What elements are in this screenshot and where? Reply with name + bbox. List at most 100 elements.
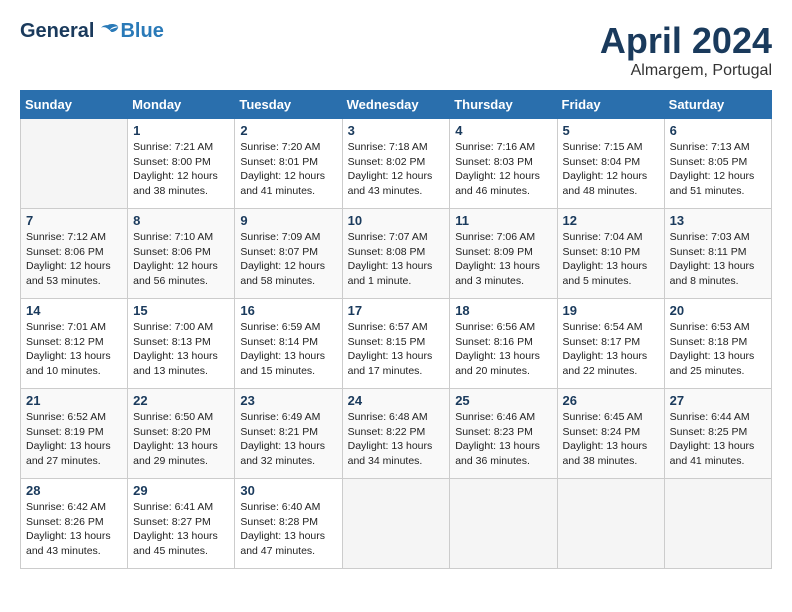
- calendar-cell: 8 Sunrise: 7:10 AMSunset: 8:06 PMDaylight…: [128, 209, 235, 299]
- calendar-cell: 10 Sunrise: 7:07 AMSunset: 8:08 PMDayligh…: [342, 209, 450, 299]
- day-number: 21: [26, 393, 122, 408]
- calendar-cell: 19 Sunrise: 6:54 AMSunset: 8:17 PMDayligh…: [557, 299, 664, 389]
- calendar-table: SundayMondayTuesdayWednesdayThursdayFrid…: [20, 90, 772, 569]
- day-info: Sunrise: 7:03 AMSunset: 8:11 PMDaylight:…: [670, 230, 766, 289]
- calendar-cell: 12 Sunrise: 7:04 AMSunset: 8:10 PMDayligh…: [557, 209, 664, 299]
- day-number: 25: [455, 393, 551, 408]
- day-number: 26: [563, 393, 659, 408]
- calendar-cell: 21 Sunrise: 6:52 AMSunset: 8:19 PMDayligh…: [21, 389, 128, 479]
- day-info: Sunrise: 7:21 AMSunset: 8:00 PMDaylight:…: [133, 140, 229, 199]
- calendar-cell: 17Sunrise: 6:57 AMSunset: 8:15 PMDayligh…: [342, 299, 450, 389]
- day-info: Sunrise: 6:45 AMSunset: 8:24 PMDaylight:…: [563, 410, 659, 469]
- header-day-tuesday: Tuesday: [235, 91, 342, 119]
- day-info: Sunrise: 6:59 AMSunset: 8:14 PMDaylight:…: [240, 320, 336, 379]
- day-number: 7: [26, 213, 122, 228]
- day-info: Sunrise: 7:15 AMSunset: 8:04 PMDaylight:…: [563, 140, 659, 199]
- calendar-cell: 18Sunrise: 6:56 AMSunset: 8:16 PMDayligh…: [450, 299, 557, 389]
- calendar-cell: 16Sunrise: 6:59 AMSunset: 8:14 PMDayligh…: [235, 299, 342, 389]
- logo-bird-icon: [96, 23, 120, 41]
- day-number: 24: [348, 393, 445, 408]
- header-day-monday: Monday: [128, 91, 235, 119]
- day-info: Sunrise: 7:10 AMSunset: 8:06 PMDaylight:…: [133, 230, 229, 289]
- calendar-cell: [21, 119, 128, 209]
- title-area: April 2024 Almargem, Portugal: [600, 20, 772, 80]
- day-info: Sunrise: 6:46 AMSunset: 8:23 PMDaylight:…: [455, 410, 551, 469]
- day-number: 8: [133, 213, 229, 228]
- day-info: Sunrise: 7:07 AMSunset: 8:08 PMDaylight:…: [348, 230, 445, 289]
- day-number: 30: [240, 483, 336, 498]
- day-info: Sunrise: 6:40 AMSunset: 8:28 PMDaylight:…: [240, 500, 336, 559]
- day-info: Sunrise: 6:50 AMSunset: 8:20 PMDaylight:…: [133, 410, 229, 469]
- day-info: Sunrise: 6:42 AMSunset: 8:26 PMDaylight:…: [26, 500, 122, 559]
- day-number: 10: [348, 213, 445, 228]
- day-number: 27: [670, 393, 766, 408]
- calendar-cell: 14 Sunrise: 7:01 AMSunset: 8:12 PMDayligh…: [21, 299, 128, 389]
- day-info: Sunrise: 7:20 AMSunset: 8:01 PMDaylight:…: [240, 140, 336, 199]
- header-day-wednesday: Wednesday: [342, 91, 450, 119]
- calendar-cell: 13 Sunrise: 7:03 AMSunset: 8:11 PMDayligh…: [664, 209, 771, 299]
- calendar-cell: 2 Sunrise: 7:20 AMSunset: 8:01 PMDaylight…: [235, 119, 342, 209]
- day-info: Sunrise: 7:18 AMSunset: 8:02 PMDaylight:…: [348, 140, 445, 199]
- calendar-cell: [664, 479, 771, 569]
- week-row-2: 7 Sunrise: 7:12 AMSunset: 8:06 PMDaylight…: [21, 209, 772, 299]
- day-number: 13: [670, 213, 766, 228]
- header-day-thursday: Thursday: [450, 91, 557, 119]
- header: General Blue April 2024 Almargem, Portug…: [20, 20, 772, 80]
- calendar-cell: [342, 479, 450, 569]
- day-info: Sunrise: 6:52 AMSunset: 8:19 PMDaylight:…: [26, 410, 122, 469]
- day-number: 28: [26, 483, 122, 498]
- day-number: 2: [240, 123, 336, 138]
- day-info: Sunrise: 6:56 AMSunset: 8:16 PMDaylight:…: [455, 320, 551, 379]
- day-info: Sunrise: 7:04 AMSunset: 8:10 PMDaylight:…: [563, 230, 659, 289]
- day-number: 4: [455, 123, 551, 138]
- week-row-3: 14 Sunrise: 7:01 AMSunset: 8:12 PMDayligh…: [21, 299, 772, 389]
- calendar-cell: 3 Sunrise: 7:18 AMSunset: 8:02 PMDaylight…: [342, 119, 450, 209]
- day-number: 9: [240, 213, 336, 228]
- day-info: Sunrise: 6:57 AMSunset: 8:15 PMDaylight:…: [348, 320, 445, 379]
- week-row-1: 1Sunrise: 7:21 AMSunset: 8:00 PMDaylight…: [21, 119, 772, 209]
- day-number: 23: [240, 393, 336, 408]
- day-info: Sunrise: 7:01 AMSunset: 8:12 PMDaylight:…: [26, 320, 122, 379]
- logo-general-text: General: [20, 20, 94, 43]
- calendar-cell: 29Sunrise: 6:41 AMSunset: 8:27 PMDayligh…: [128, 479, 235, 569]
- week-row-4: 21 Sunrise: 6:52 AMSunset: 8:19 PMDayligh…: [21, 389, 772, 479]
- calendar-cell: 4 Sunrise: 7:16 AMSunset: 8:03 PMDaylight…: [450, 119, 557, 209]
- calendar-subtitle: Almargem, Portugal: [600, 62, 772, 80]
- header-day-sunday: Sunday: [21, 91, 128, 119]
- calendar-cell: 5 Sunrise: 7:15 AMSunset: 8:04 PMDaylight…: [557, 119, 664, 209]
- day-info: Sunrise: 6:48 AMSunset: 8:22 PMDaylight:…: [348, 410, 445, 469]
- day-number: 15: [133, 303, 229, 318]
- day-number: 5: [563, 123, 659, 138]
- calendar-cell: 7 Sunrise: 7:12 AMSunset: 8:06 PMDaylight…: [21, 209, 128, 299]
- header-day-friday: Friday: [557, 91, 664, 119]
- calendar-cell: [450, 479, 557, 569]
- day-info: Sunrise: 7:13 AMSunset: 8:05 PMDaylight:…: [670, 140, 766, 199]
- day-number: 19: [563, 303, 659, 318]
- day-info: Sunrise: 7:00 AMSunset: 8:13 PMDaylight:…: [133, 320, 229, 379]
- day-info: Sunrise: 6:49 AMSunset: 8:21 PMDaylight:…: [240, 410, 336, 469]
- day-info: Sunrise: 7:12 AMSunset: 8:06 PMDaylight:…: [26, 230, 122, 289]
- calendar-cell: 15 Sunrise: 7:00 AMSunset: 8:13 PMDayligh…: [128, 299, 235, 389]
- calendar-cell: 24 Sunrise: 6:48 AMSunset: 8:22 PMDayligh…: [342, 389, 450, 479]
- day-number: 12: [563, 213, 659, 228]
- day-number: 14: [26, 303, 122, 318]
- header-row: SundayMondayTuesdayWednesdayThursdayFrid…: [21, 91, 772, 119]
- calendar-cell: 28 Sunrise: 6:42 AMSunset: 8:26 PMDayligh…: [21, 479, 128, 569]
- calendar-cell: 20Sunrise: 6:53 AMSunset: 8:18 PMDayligh…: [664, 299, 771, 389]
- day-number: 3: [348, 123, 445, 138]
- calendar-cell: [557, 479, 664, 569]
- day-number: 22: [133, 393, 229, 408]
- day-number: 6: [670, 123, 766, 138]
- day-info: Sunrise: 6:54 AMSunset: 8:17 PMDaylight:…: [563, 320, 659, 379]
- calendar-cell: 9Sunrise: 7:09 AMSunset: 8:07 PMDaylight…: [235, 209, 342, 299]
- day-info: Sunrise: 7:06 AMSunset: 8:09 PMDaylight:…: [455, 230, 551, 289]
- day-info: Sunrise: 6:41 AMSunset: 8:27 PMDaylight:…: [133, 500, 229, 559]
- calendar-cell: 1Sunrise: 7:21 AMSunset: 8:00 PMDaylight…: [128, 119, 235, 209]
- logo: General Blue: [20, 20, 164, 43]
- calendar-title: April 2024: [600, 20, 772, 62]
- calendar-cell: 22 Sunrise: 6:50 AMSunset: 8:20 PMDayligh…: [128, 389, 235, 479]
- calendar-cell: 25 Sunrise: 6:46 AMSunset: 8:23 PMDayligh…: [450, 389, 557, 479]
- day-info: Sunrise: 7:16 AMSunset: 8:03 PMDaylight:…: [455, 140, 551, 199]
- header-day-saturday: Saturday: [664, 91, 771, 119]
- logo-blue-text: Blue: [120, 20, 163, 43]
